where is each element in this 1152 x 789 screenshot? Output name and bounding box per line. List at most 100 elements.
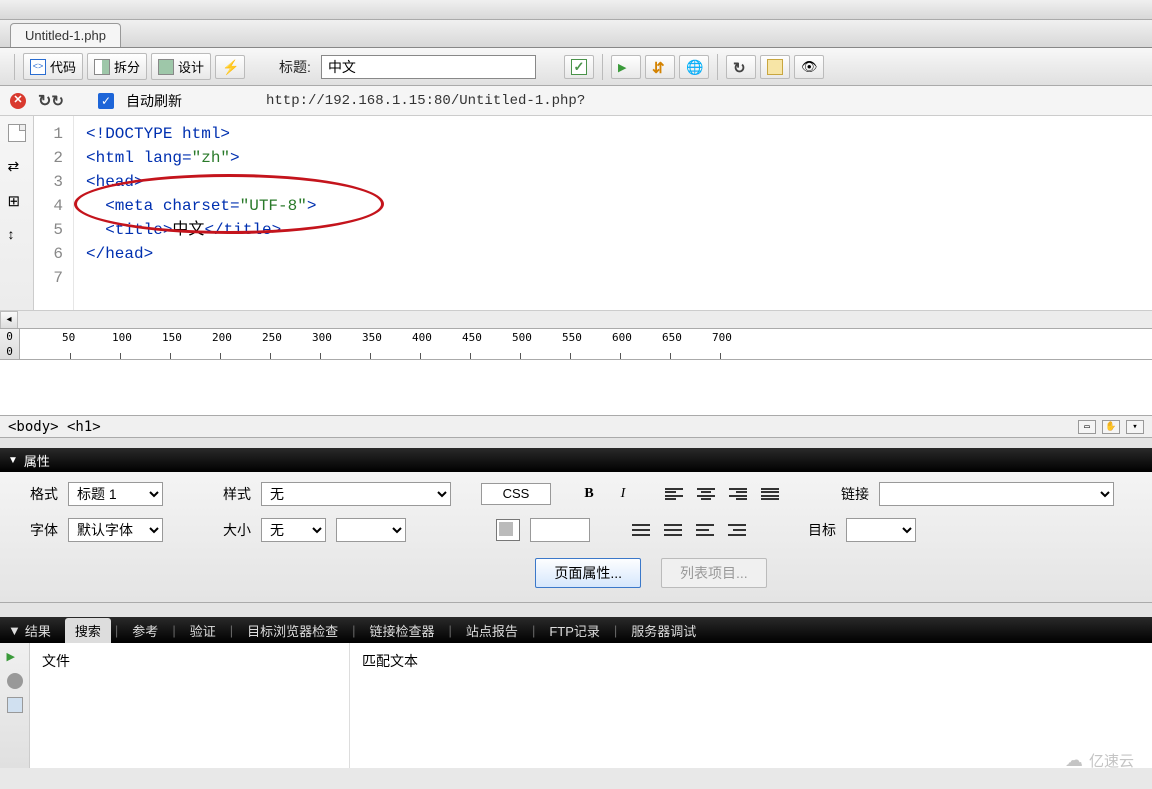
align-justify-button[interactable]	[759, 484, 781, 504]
main-toolbar: 代码 拆分 设计 标题:	[0, 48, 1152, 86]
code-view-button[interactable]: 代码	[23, 53, 83, 80]
horizontal-scrollbar[interactable]: ◂	[0, 310, 1152, 328]
address-bar: ✕ ↻ ✓ 自动刷新 http://192.168.1.15:80/Untitl…	[0, 86, 1152, 116]
save-icon[interactable]	[7, 697, 23, 713]
run-icon[interactable]	[7, 649, 23, 665]
auto-refresh-checkbox[interactable]: ✓	[98, 93, 114, 109]
select-icon[interactable]	[8, 192, 26, 210]
cloud-icon: ☁	[1065, 750, 1083, 771]
code-icon	[30, 59, 46, 75]
properties-panel: 格式 标题 1 样式 无 CSS B I 链接 字体 默认字体 大小 无 目标	[0, 472, 1152, 603]
collapse-triangle-icon: ▼	[8, 455, 18, 466]
hand-tool-icon[interactable]: ✋	[1102, 420, 1120, 434]
zoom-dropdown[interactable]: ▾	[1126, 420, 1144, 434]
url-display: http://192.168.1.15:80/Untitled-1.php?	[266, 93, 585, 109]
validate-button[interactable]	[564, 55, 594, 79]
eye-icon	[801, 59, 817, 75]
updown-icon	[652, 59, 668, 75]
tab-ftp-log[interactable]: FTP记录	[539, 618, 610, 643]
link-label: 链接	[831, 484, 869, 504]
list-icon	[767, 59, 783, 75]
target-label: 目标	[798, 520, 836, 540]
design-view-area[interactable]	[0, 360, 1152, 416]
text-color-picker[interactable]	[496, 519, 520, 541]
font-select[interactable]: 默认字体	[68, 518, 163, 542]
split-view-button[interactable]: 拆分	[87, 53, 147, 80]
results-toolbar	[0, 643, 30, 768]
results-col-match: 匹配文本	[350, 643, 430, 768]
align-center-button[interactable]	[695, 484, 717, 504]
results-panel-header: ▼ 结果 搜索 | 参考 | 验证 | 目标浏览器检查 | 链接检查器 | 站点…	[0, 617, 1152, 643]
code-text-area[interactable]: <!DOCTYPE html> <html lang="zh"> <head> …	[74, 116, 1152, 310]
new-doc-icon[interactable]	[8, 124, 26, 142]
editor-gutter	[0, 116, 34, 310]
outdent-button[interactable]	[694, 520, 716, 540]
color-input[interactable]	[530, 518, 590, 542]
file-sync-button[interactable]	[645, 55, 675, 79]
css-button[interactable]: CSS	[481, 483, 551, 505]
format-label: 格式	[20, 484, 58, 504]
tag-path-text[interactable]: <body> <h1>	[8, 419, 101, 435]
split-label: 拆分	[114, 57, 140, 76]
design-label: 设计	[178, 57, 204, 76]
document-tab-bar: Untitled-1.php	[0, 20, 1152, 48]
indent-button[interactable]	[726, 520, 748, 540]
refresh-icon-small[interactable]: ↻	[38, 91, 64, 111]
stop-icon[interactable]: ✕	[10, 93, 26, 109]
globe-icon	[686, 59, 702, 75]
refresh-button[interactable]	[726, 55, 756, 79]
tab-search[interactable]: 搜索	[65, 618, 111, 643]
align-right-button[interactable]	[727, 484, 749, 504]
wrap-icon[interactable]	[8, 158, 26, 176]
tab-link-checker[interactable]: 链接检查器	[360, 618, 445, 643]
properties-panel-header[interactable]: ▼ 属性	[0, 448, 1152, 472]
line-numbers: 1234567	[34, 116, 74, 310]
split-icon	[94, 59, 110, 75]
page-title-input[interactable]	[321, 55, 536, 79]
list-item-button[interactable]: 列表项目...	[661, 558, 767, 588]
design-view-button[interactable]: 设计	[151, 53, 211, 80]
tab-site-report[interactable]: 站点报告	[456, 618, 528, 643]
code-label: 代码	[50, 57, 76, 76]
visual-aids-button[interactable]	[794, 55, 824, 79]
size-unit-select[interactable]	[336, 518, 406, 542]
page-properties-button[interactable]: 页面属性...	[535, 558, 641, 588]
size-select[interactable]: 无	[261, 518, 326, 542]
target-select[interactable]	[846, 518, 916, 542]
tab-reference[interactable]: 参考	[122, 618, 168, 643]
select-tool-icon[interactable]: ▭	[1078, 420, 1096, 434]
file-tab[interactable]: Untitled-1.php	[10, 23, 121, 47]
ruler-origin: 00	[0, 329, 20, 359]
title-field-label: 标题:	[279, 57, 311, 77]
align-left-button[interactable]	[663, 484, 685, 504]
results-col-file: 文件	[30, 643, 350, 768]
results-panel-body: 文件 匹配文本	[0, 643, 1152, 768]
tab-server-debug[interactable]: 服务器调试	[621, 618, 706, 643]
link-select[interactable]	[879, 482, 1114, 506]
ordered-list-button[interactable]	[662, 520, 684, 540]
tab-validate[interactable]: 验证	[180, 618, 226, 643]
tab-browser-check[interactable]: 目标浏览器检查	[237, 618, 348, 643]
font-label: 字体	[20, 520, 58, 540]
style-select[interactable]: 无	[261, 482, 451, 506]
collapse-triangle-icon[interactable]: ▼	[8, 623, 21, 638]
collapse-icon[interactable]	[8, 226, 26, 244]
preview-button[interactable]	[611, 55, 641, 79]
code-editor: 1234567 <!DOCTYPE html> <html lang="zh">…	[0, 116, 1152, 310]
unordered-list-button[interactable]	[630, 520, 652, 540]
ruler: 00 5010015020025030035040045050055060065…	[0, 328, 1152, 360]
design-icon	[158, 59, 174, 75]
format-select[interactable]: 标题 1	[68, 482, 163, 506]
scroll-left-button[interactable]: ◂	[0, 311, 18, 329]
options-button[interactable]	[760, 55, 790, 79]
auto-refresh-label: 自动刷新	[126, 91, 182, 111]
browser-button[interactable]	[679, 55, 709, 79]
live-view-button[interactable]	[215, 55, 245, 79]
window-titlebar	[0, 0, 1152, 20]
results-label: 结果	[25, 621, 51, 640]
bolt-icon	[222, 59, 238, 75]
bold-button[interactable]: B	[577, 483, 601, 505]
style-label: 样式	[213, 484, 251, 504]
stop-icon[interactable]	[7, 673, 23, 689]
italic-button[interactable]: I	[611, 483, 635, 505]
